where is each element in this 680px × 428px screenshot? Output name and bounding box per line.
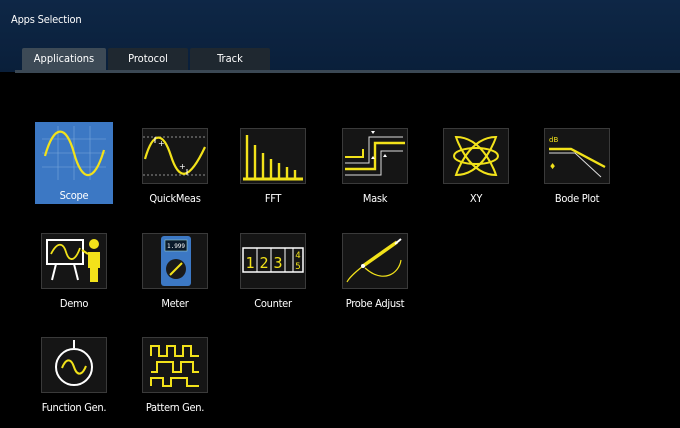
- app-function-gen[interactable]: Function Gen.: [35, 337, 113, 419]
- app-meter[interactable]: 1.999 Meter: [136, 233, 214, 315]
- app-mask[interactable]: Mask: [336, 128, 414, 210]
- app-label: QuickMeas: [149, 192, 201, 205]
- app-label: Bode Plot: [554, 192, 600, 205]
- tab-track[interactable]: Track: [190, 48, 270, 70]
- dialog-title: Apps Selection: [11, 13, 82, 26]
- app-counter[interactable]: 1 2 3 4 5 Counter: [234, 233, 312, 315]
- tab-protocol[interactable]: Protocol: [108, 48, 188, 70]
- pattern-gen-icon: [142, 337, 208, 393]
- mask-icon: [342, 128, 408, 184]
- app-label: Mask: [362, 192, 388, 205]
- probe-adjust-icon: [342, 233, 408, 289]
- svg-text:1.999: 1.999: [167, 243, 185, 250]
- app-label: Probe Adjust: [345, 297, 405, 310]
- app-pattern-gen[interactable]: Pattern Gen.: [136, 337, 214, 419]
- app-quickmeas[interactable]: + + QuickMeas: [136, 128, 214, 210]
- app-label: Pattern Gen.: [145, 401, 205, 414]
- apps-selection-dialog: Apps Selection Applications Protocol Tra…: [0, 0, 680, 428]
- xy-icon: [443, 128, 509, 184]
- app-demo[interactable]: Demo: [35, 233, 113, 315]
- app-fft[interactable]: FFT: [234, 128, 312, 210]
- app-label: Counter: [254, 297, 292, 310]
- bode-plot-icon: dB ♦: [544, 128, 610, 184]
- app-label: XY: [469, 192, 483, 205]
- function-gen-icon: [41, 337, 107, 393]
- app-label: Meter: [161, 297, 189, 310]
- app-bode-plot[interactable]: dB ♦ Bode Plot: [538, 128, 616, 210]
- meter-icon: 1.999: [142, 233, 208, 289]
- apps-grid: Scope + + QuickMeas FFT Mask XY dB ♦ Bod…: [0, 73, 680, 428]
- svg-text:+: +: [158, 139, 165, 148]
- svg-text:♦: ♦: [549, 162, 556, 171]
- counter-icon: 1 2 3 4 5: [240, 233, 306, 289]
- svg-text:4: 4: [295, 251, 300, 261]
- app-label: Demo: [59, 297, 89, 310]
- svg-text:dB: dB: [549, 136, 558, 144]
- svg-text:3: 3: [273, 254, 282, 272]
- app-label: Function Gen.: [41, 401, 107, 414]
- tab-applications[interactable]: Applications: [22, 48, 106, 70]
- quickmeas-icon: + +: [142, 128, 208, 184]
- app-scope[interactable]: Scope: [35, 122, 113, 207]
- demo-icon: [41, 233, 107, 289]
- app-label: Scope: [59, 189, 89, 202]
- app-xy[interactable]: XY: [437, 128, 515, 210]
- scope-icon: [41, 125, 107, 181]
- svg-text:1: 1: [245, 254, 254, 272]
- svg-text:+: +: [179, 162, 186, 171]
- app-label: FFT: [264, 192, 282, 205]
- app-probe-adjust[interactable]: Probe Adjust: [336, 233, 414, 315]
- svg-text:5: 5: [295, 262, 300, 272]
- fft-icon: [240, 128, 306, 184]
- svg-text:2: 2: [259, 254, 268, 272]
